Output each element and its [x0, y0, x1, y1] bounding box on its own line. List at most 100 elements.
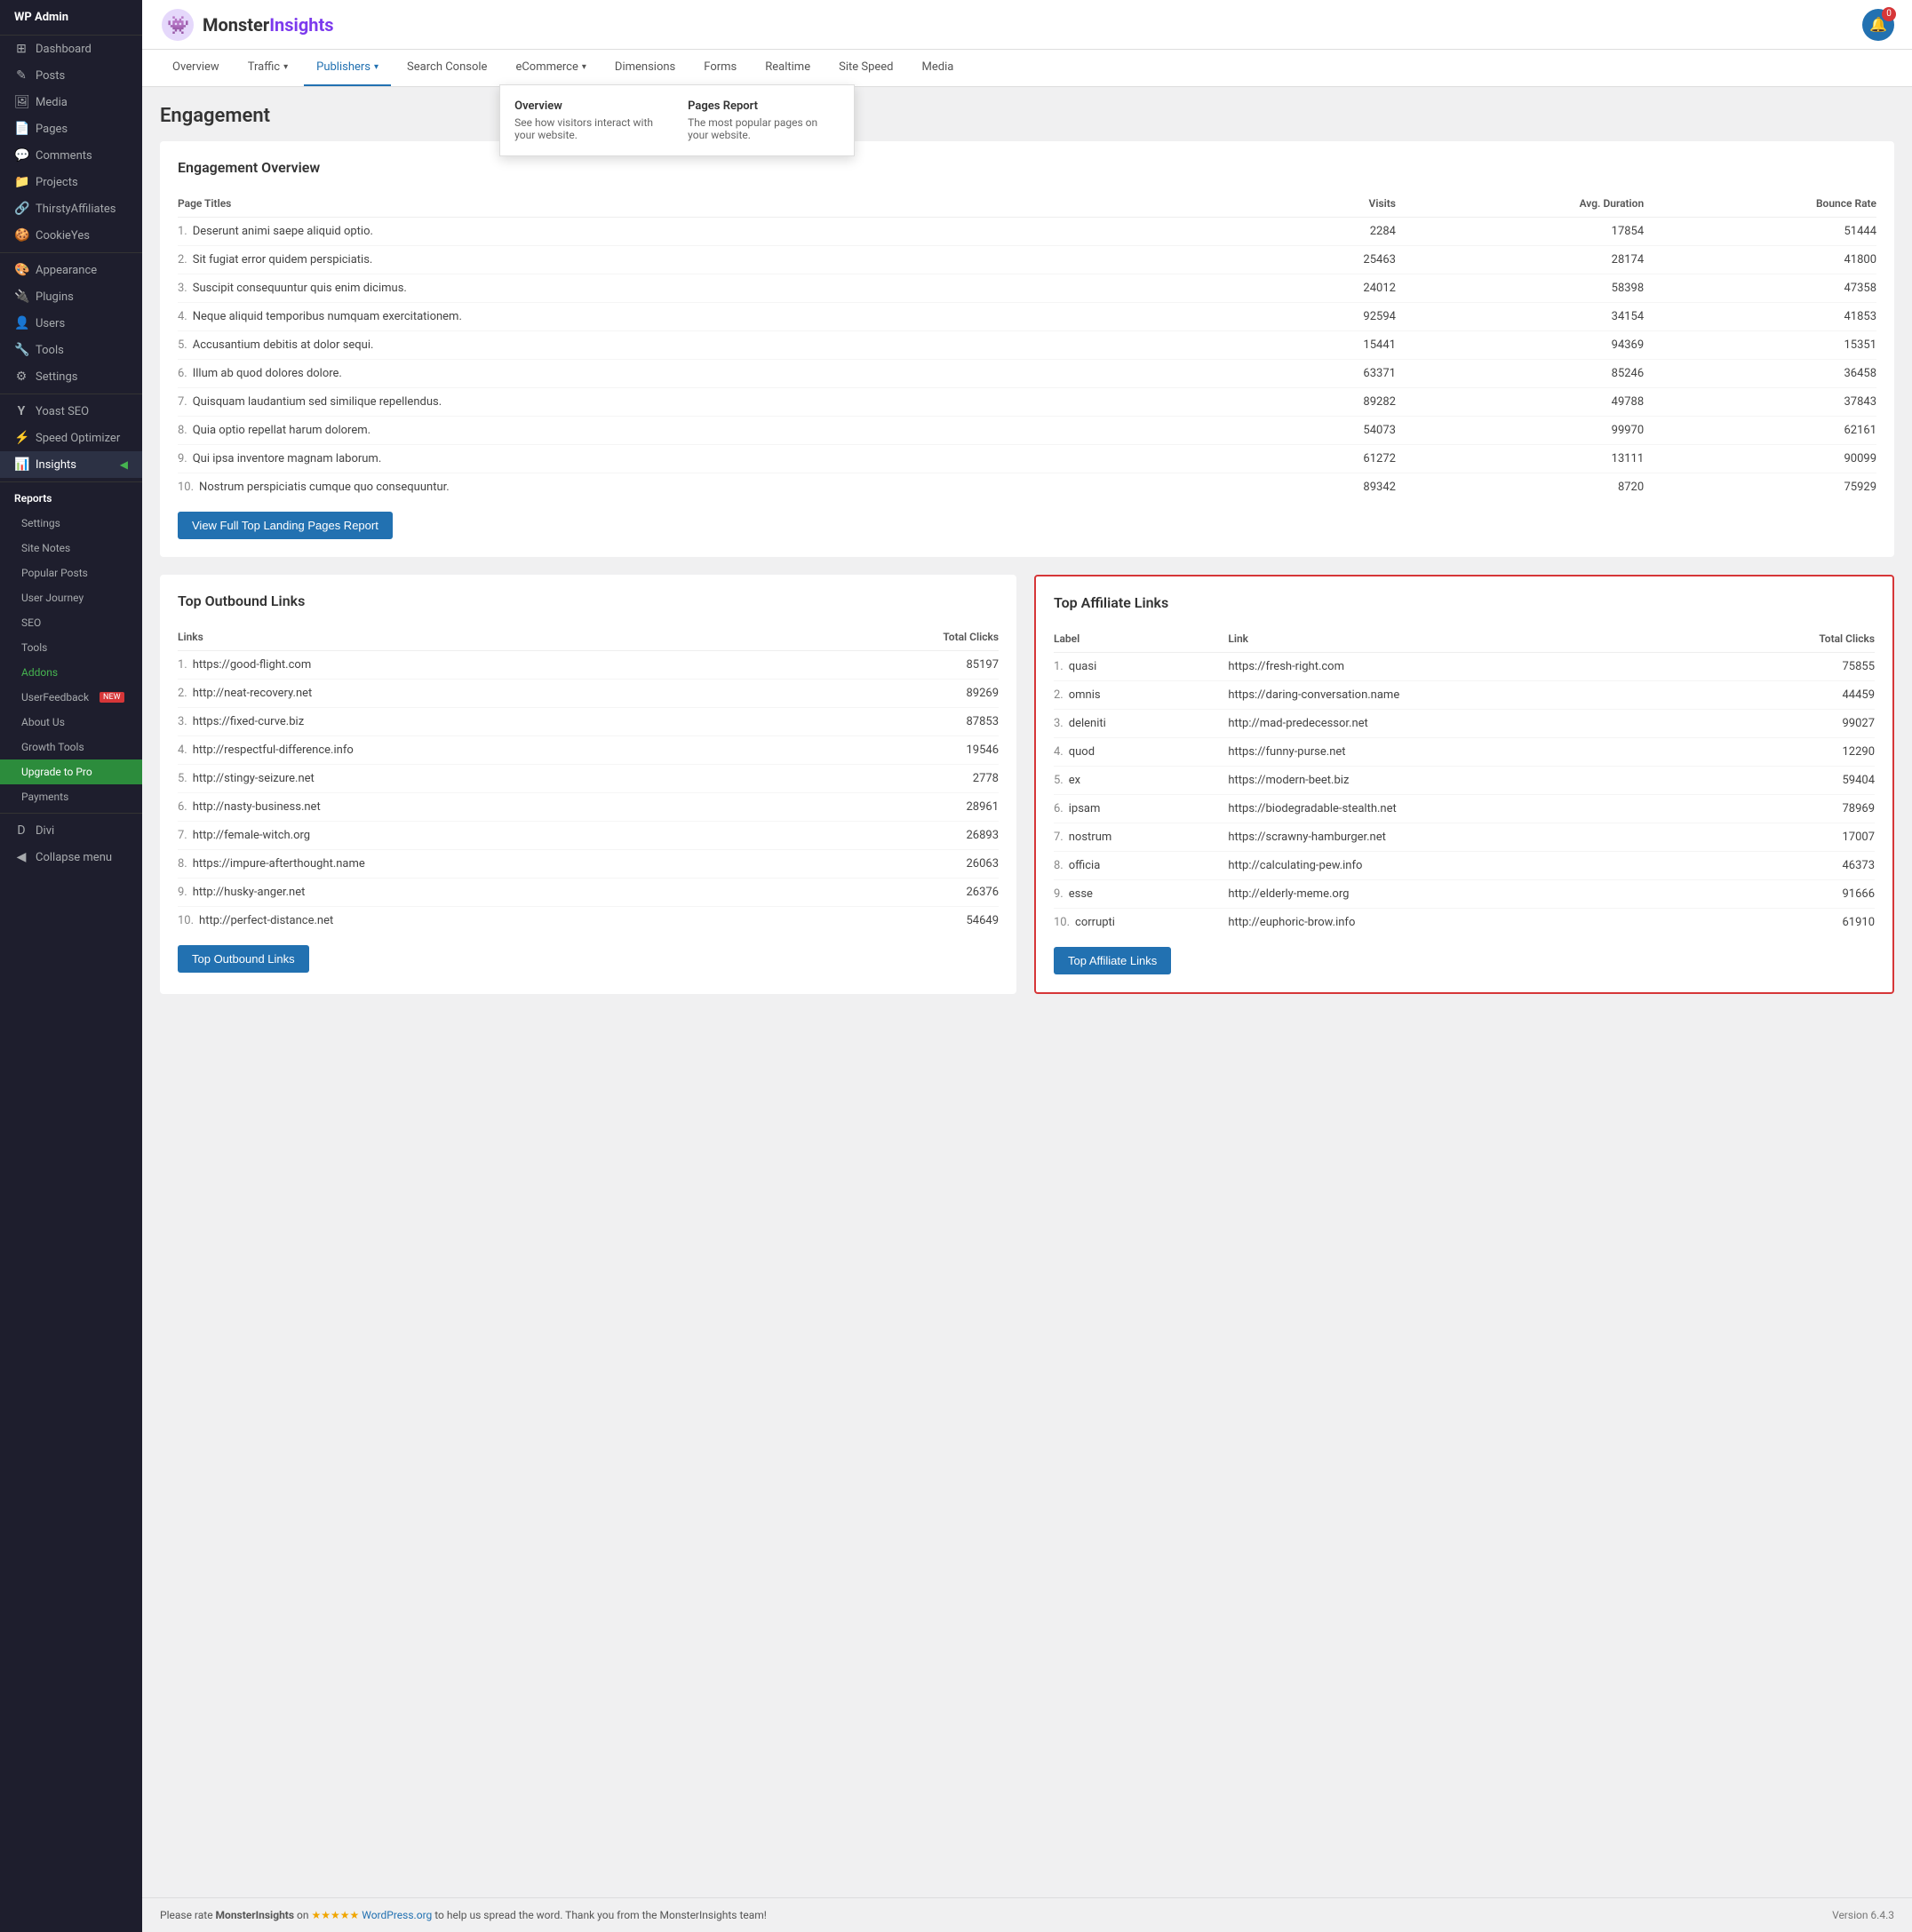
sidebar-item-addons[interactable]: Addons	[0, 660, 142, 685]
sidebar-item-plugins[interactable]: 🔌 Plugins	[0, 283, 142, 310]
tab-media[interactable]: Media	[910, 50, 967, 86]
row-title: 5.Accusantium debitis at dolor sequi.	[178, 331, 1271, 360]
main-content: 👾 MonsterInsights 🔔 0 Overview Traffic ▾…	[142, 0, 1912, 1932]
sidebar-item-settings[interactable]: ⚙ Settings	[0, 363, 142, 390]
sidebar-item-about-us[interactable]: About Us	[0, 710, 142, 735]
tab-search-console[interactable]: Search Console	[394, 50, 499, 86]
sidebar-item-user-journey[interactable]: User Journey	[0, 585, 142, 610]
sidebar-divider-3	[0, 481, 142, 482]
sidebar-item-collapse[interactable]: ◀ Collapse menu	[0, 844, 142, 871]
sidebar-item-dashboard[interactable]: ⊞ Dashboard	[0, 36, 142, 62]
row-clicks: 26893	[810, 822, 999, 850]
engagement-table-row: 1.Deserunt animi saepe aliquid optio. 22…	[178, 218, 1876, 246]
sidebar-divider-1	[0, 252, 142, 253]
sidebar-item-tools-sub[interactable]: Tools	[0, 635, 142, 660]
tab-publishers[interactable]: Publishers ▾ Overview See how visitors i…	[304, 50, 391, 86]
affiliate-table-row: 4.quod https://funny-purse.net 12290	[1054, 738, 1875, 767]
ecommerce-chevron: ▾	[582, 62, 586, 72]
bell-badge: 0	[1882, 7, 1896, 21]
bell-button[interactable]: 🔔 0	[1862, 9, 1894, 41]
cookieyes-icon: 🍪	[14, 228, 28, 242]
view-full-report-button[interactable]: View Full Top Landing Pages Report	[178, 512, 393, 539]
tab-site-speed[interactable]: Site Speed	[826, 50, 905, 86]
tab-realtime[interactable]: Realtime	[753, 50, 823, 86]
row-title: 6.Illum ab quod dolores dolore.	[178, 360, 1271, 388]
sidebar-item-thirsty[interactable]: 🔗 ThirstyAffiliates	[0, 195, 142, 222]
sidebar-item-reports[interactable]: Reports	[0, 486, 142, 511]
sidebar-item-appearance[interactable]: 🎨 Appearance	[0, 257, 142, 283]
sidebar-item-divi[interactable]: D Divi	[0, 817, 142, 844]
sidebar-item-yoast[interactable]: Y Yoast SEO	[0, 398, 142, 425]
sidebar-item-upgrade[interactable]: Upgrade to Pro	[0, 759, 142, 784]
sidebar-item-projects[interactable]: 📁 Projects	[0, 169, 142, 195]
sidebar-item-payments[interactable]: Payments	[0, 784, 142, 809]
row-bounce: 36458	[1644, 360, 1876, 388]
tab-forms[interactable]: Forms	[691, 50, 749, 86]
engagement-table-row: 5.Accusantium debitis at dolor sequi. 15…	[178, 331, 1876, 360]
col-bounce-rate: Bounce Rate	[1644, 190, 1876, 218]
sidebar-item-pages[interactable]: 📄 Pages	[0, 115, 142, 142]
affiliate-table-row: 5.ex https://modern-beet.biz 59404	[1054, 767, 1875, 795]
sidebar-item-settings-sub[interactable]: Settings	[0, 511, 142, 536]
row-label: 10.corrupti	[1054, 909, 1228, 937]
col-visits: Visits	[1271, 190, 1396, 218]
outbound-table-row: 6.http://nasty-business.net 28961	[178, 793, 999, 822]
footer: Please rate MonsterInsights on ★★★★★ Wor…	[142, 1897, 1912, 1932]
top-outbound-button[interactable]: Top Outbound Links	[178, 945, 309, 973]
row-link: http://calculating-pew.info	[1228, 852, 1716, 880]
row-clicks: 44459	[1716, 681, 1875, 710]
outbound-links-col: Top Outbound Links Links Total Clicks 1.…	[160, 575, 1016, 994]
posts-icon: ✎	[14, 68, 28, 83]
sidebar-item-seo[interactable]: SEO	[0, 610, 142, 635]
row-label: 5.ex	[1054, 767, 1228, 795]
sidebar-item-popular-posts[interactable]: Popular Posts	[0, 561, 142, 585]
speed-icon: ⚡	[14, 431, 28, 445]
affiliate-table-row: 6.ipsam https://biodegradable-stealth.ne…	[1054, 795, 1875, 823]
col-page-titles: Page Titles	[178, 190, 1271, 218]
sidebar-item-userfeedback[interactable]: UserFeedback NEW	[0, 685, 142, 710]
sidebar-item-comments[interactable]: 💬 Comments	[0, 142, 142, 169]
sidebar-item-speed[interactable]: ⚡ Speed Optimizer	[0, 425, 142, 451]
sidebar-item-users[interactable]: 👤 Users	[0, 310, 142, 337]
tools-icon: 🔧	[14, 343, 28, 357]
engagement-table-row: 10.Nostrum perspiciatis cumque quo conse…	[178, 473, 1876, 502]
tab-ecommerce[interactable]: eCommerce ▾	[503, 50, 598, 86]
logo-text: MonsterInsights	[203, 14, 333, 36]
tab-traffic[interactable]: Traffic ▾	[235, 50, 300, 86]
tab-overview[interactable]: Overview	[160, 50, 232, 86]
sidebar-item-posts[interactable]: ✎ Posts	[0, 62, 142, 89]
sidebar-item-site-notes[interactable]: Site Notes	[0, 536, 142, 561]
sidebar-item-tools[interactable]: 🔧 Tools	[0, 337, 142, 363]
row-visits: 89342	[1271, 473, 1396, 502]
affiliate-col-label: Label	[1054, 625, 1228, 653]
sidebar-item-cookieyes[interactable]: 🍪 CookieYes	[0, 222, 142, 249]
topbar-right: 🔔 0	[1862, 9, 1894, 41]
footer-text-mid: on	[297, 1909, 311, 1921]
affiliate-table: Label Link Total Clicks 1.quasi https://…	[1054, 625, 1875, 936]
footer-wp-link[interactable]: WordPress.org	[362, 1909, 432, 1921]
appearance-icon: 🎨	[14, 263, 28, 277]
row-clicks: 99027	[1716, 710, 1875, 738]
row-title: 2.Sit fugiat error quidem perspiciatis.	[178, 246, 1271, 274]
row-title: 10.Nostrum perspiciatis cumque quo conse…	[178, 473, 1271, 502]
outbound-col-links: Links	[178, 624, 810, 651]
row-label: 6.ipsam	[1054, 795, 1228, 823]
affiliate-col-clicks: Total Clicks	[1716, 625, 1875, 653]
comments-icon: 💬	[14, 148, 28, 163]
sidebar-item-media[interactable]: 🖼 Media	[0, 89, 142, 115]
row-label: 7.nostrum	[1054, 823, 1228, 852]
tab-dimensions[interactable]: Dimensions	[602, 50, 688, 86]
row-clicks: 54649	[810, 907, 999, 935]
page-title: Engagement	[160, 105, 1894, 127]
yoast-icon: Y	[14, 404, 28, 418]
top-affiliate-button[interactable]: Top Affiliate Links	[1054, 947, 1171, 974]
engagement-table-row: 7.Quisquam laudantium sed similique repe…	[178, 388, 1876, 417]
row-title: 7.Quisquam laudantium sed similique repe…	[178, 388, 1271, 417]
dropdown-col-pages: Pages Report The most popular pages on y…	[688, 99, 840, 141]
sidebar-item-growth-tools[interactable]: Growth Tools	[0, 735, 142, 759]
outbound-table-row: 3.https://fixed-curve.biz 87853	[178, 708, 999, 736]
engagement-table-row: 2.Sit fugiat error quidem perspiciatis. …	[178, 246, 1876, 274]
row-visits: 24012	[1271, 274, 1396, 303]
outbound-table-row: 5.http://stingy-seizure.net 2778	[178, 765, 999, 793]
sidebar-item-insights[interactable]: 📊 Insights ◀	[0, 451, 142, 478]
